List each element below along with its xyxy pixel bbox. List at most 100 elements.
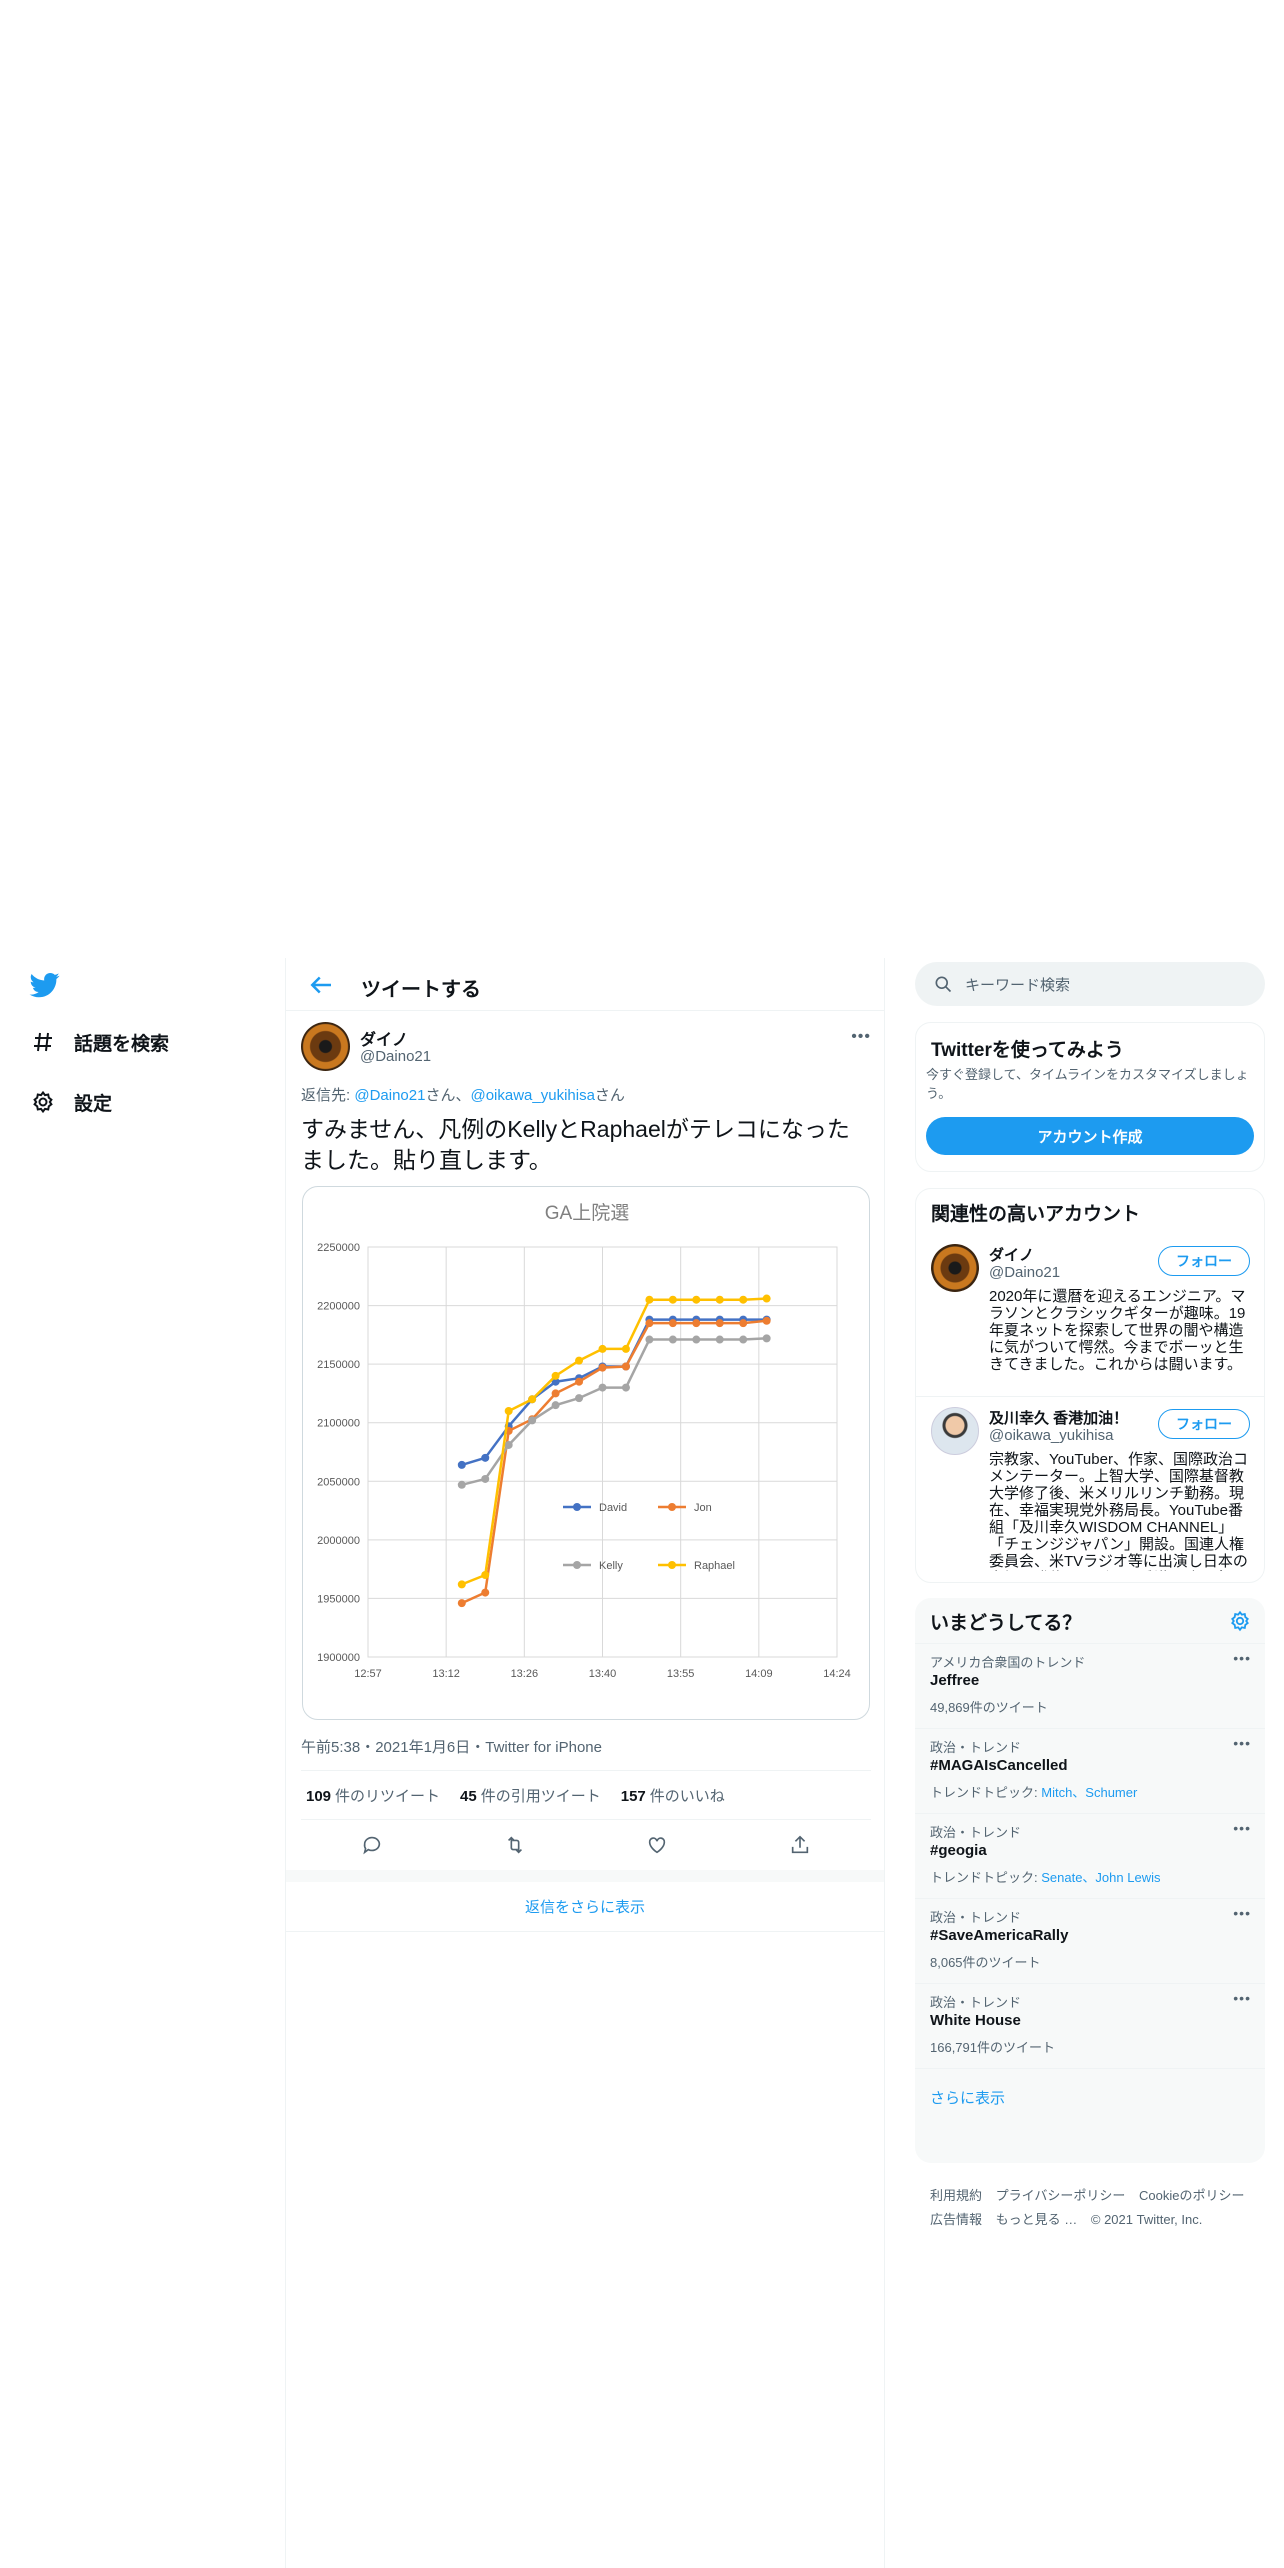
account-card[interactable]: 及川幸久 香港加油！ @oikawa_yukihisa フォロー 宗教家、You… — [916, 1396, 1264, 1581]
follow-button[interactable]: フォロー — [1158, 1246, 1250, 1276]
twitter-logo-icon[interactable] — [28, 970, 62, 1000]
data-point-kelly — [528, 1416, 537, 1425]
account-name[interactable]: 及川幸久 香港加油！ — [989, 1407, 1128, 1428]
nav-item-settings[interactable]: 設定 — [28, 1082, 112, 1122]
trend-item[interactable]: 政治・トレンド White House 166,791件のツイート ••• — [915, 1983, 1265, 2068]
more-options-icon[interactable]: ••• — [1233, 1820, 1251, 1836]
account-bio: 2020年に還暦を迎えるエンジニア。マラソンとクラシックギターが趣味。19年夏ネ… — [989, 1288, 1246, 1373]
y-tick-label: 1950000 — [317, 1593, 360, 1605]
data-point-raphael — [692, 1295, 701, 1304]
retweet-icon[interactable] — [495, 1825, 535, 1865]
data-point-kelly — [551, 1401, 560, 1410]
trend-item[interactable]: 政治・トレンド #MAGAIsCancelled トレンドトピック: Mitch… — [915, 1728, 1265, 1813]
section-divider — [286, 1870, 884, 1882]
trend-topic-links[interactable]: Mitch、Schumer — [1041, 1785, 1137, 1800]
trend-name: #SaveAmericaRally — [930, 1927, 1069, 1944]
more-options-icon[interactable]: ••• — [851, 1028, 871, 1046]
data-point-jon — [715, 1319, 724, 1328]
likes-stat[interactable]: 157 件のいいね — [621, 1785, 725, 1806]
trends-more-row: さらに表示 — [915, 2068, 1265, 2128]
footer-link[interactable]: 利用規約 — [930, 2188, 982, 2203]
more-options-icon[interactable]: ••• — [1233, 1650, 1251, 1666]
avatar[interactable] — [931, 1407, 979, 1455]
data-point-kelly — [739, 1335, 748, 1344]
footer-link[interactable]: 広告情報 — [930, 2212, 982, 2227]
legend-label-kelly: Kelly — [599, 1560, 623, 1572]
data-point-raphael — [528, 1395, 537, 1404]
data-point-jon — [668, 1319, 677, 1328]
main-column: ツイートする ダイノ @Daino21 ••• 返信先: @Daino21さん、… — [285, 958, 885, 2568]
trend-category: 政治・トレンド — [930, 1910, 1022, 1925]
data-point-kelly — [645, 1335, 654, 1344]
create-account-button[interactable]: アカウント作成 — [926, 1117, 1254, 1155]
trend-category: 政治・トレンド — [930, 1995, 1022, 2010]
data-point-kelly — [575, 1394, 584, 1403]
data-point-raphael — [739, 1295, 748, 1304]
related-accounts-title: 関連性の高いアカウント — [931, 1204, 1141, 1225]
data-point-raphael — [575, 1356, 584, 1365]
follow-button[interactable]: フォロー — [1158, 1409, 1250, 1439]
data-point-kelly — [457, 1480, 466, 1489]
account-card[interactable]: ダイノ @Daino21 フォロー 2020年に還暦を迎えるエンジニア。マラソン… — [916, 1234, 1264, 1394]
footer-link[interactable]: もっと見る … — [996, 2212, 1078, 2227]
show-more-replies-link[interactable]: 返信をさらに表示 — [286, 1882, 884, 1932]
replying-to: 返信先: @Daino21さん、@oikawa_yukihisaさん — [301, 1084, 625, 1105]
trend-name: Jeffree — [930, 1672, 980, 1689]
avatar[interactable] — [301, 1022, 350, 1071]
data-point-jon — [739, 1319, 748, 1328]
data-point-raphael — [715, 1295, 724, 1304]
replying-suffix: さん — [594, 1087, 625, 1104]
gear-icon[interactable] — [1229, 1610, 1251, 1632]
avatar[interactable] — [931, 1244, 979, 1292]
y-tick-label: 2250000 — [317, 1242, 360, 1254]
reply-icon[interactable] — [352, 1825, 392, 1865]
data-point-jon — [598, 1363, 607, 1372]
trend-topics: トレンドトピック: Senate、John Lewis — [930, 1867, 1160, 1886]
nav-item-settings-label: 設定 — [74, 1093, 113, 1115]
gear-icon — [28, 1087, 58, 1117]
account-handle[interactable]: @Daino21 — [989, 1264, 1060, 1281]
tweet-actions — [301, 1820, 871, 1870]
quotes-label: 件の引用ツイート — [480, 1787, 601, 1805]
footer-link[interactable]: Cookieのポリシー — [1139, 2188, 1244, 2203]
back-arrow-icon[interactable] — [306, 970, 336, 1000]
footer-link[interactable]: プライバシーポリシー — [996, 2188, 1126, 2203]
chart-title: GA上院選 — [545, 1202, 629, 1224]
tweet-image-chart[interactable]: GA上院選 1900000 1950000 2000000 2050000 2100000… — [302, 1186, 870, 1720]
trend-item[interactable]: 政治・トレンド #SaveAmericaRally 8,065件のツイート ••… — [915, 1898, 1265, 1983]
data-point-jon — [762, 1316, 771, 1325]
retweets-label: 件のリツイート — [335, 1787, 441, 1805]
show-more-trends-link[interactable]: さらに表示 — [930, 2087, 1005, 2108]
more-options-icon[interactable]: ••• — [1233, 1735, 1251, 1751]
trend-category: 政治・トレンド — [930, 1740, 1022, 1755]
trend-item[interactable]: 政治・トレンド #geogia トレンドトピック: Senate、John Le… — [915, 1813, 1265, 1898]
quotes-count: 45 — [460, 1787, 477, 1805]
retweets-stat[interactable]: 109 件のリツイート — [306, 1785, 440, 1806]
share-icon[interactable] — [780, 1825, 820, 1865]
legend-marker-jon — [668, 1503, 676, 1511]
data-point-jon — [692, 1319, 701, 1328]
trend-name: #MAGAIsCancelled — [930, 1757, 1068, 1774]
trend-item[interactable]: アメリカ合衆国のトレンド Jeffree 49,869件のツイート ••• — [915, 1643, 1265, 1728]
signup-title: Twitterを使ってみよう — [931, 1040, 1124, 1061]
reply-mention-link[interactable]: @Daino21 — [354, 1087, 425, 1104]
quotes-stat[interactable]: 45 件の引用ツイート — [460, 1785, 601, 1806]
account-handle[interactable]: @oikawa_yukihisa — [989, 1427, 1113, 1444]
search-input[interactable]: キーワード検索 — [965, 974, 1070, 995]
legend-marker-david — [573, 1503, 581, 1511]
data-point-kelly — [621, 1383, 630, 1392]
search-icon — [933, 974, 953, 994]
account-name[interactable]: ダイノ — [989, 1244, 1034, 1265]
nav-item-explore[interactable]: 話題を検索 — [28, 1022, 169, 1062]
like-icon[interactable] — [637, 1825, 677, 1865]
author-name[interactable]: ダイノ — [360, 1026, 408, 1050]
more-options-icon[interactable]: ••• — [1233, 1905, 1251, 1921]
author-handle[interactable]: @Daino21 — [360, 1048, 431, 1065]
reply-mention-link[interactable]: @oikawa_yukihisa — [470, 1087, 594, 1104]
trend-topic-links[interactable]: Senate、John Lewis — [1041, 1870, 1160, 1885]
data-point-raphael — [645, 1295, 654, 1304]
more-options-icon[interactable]: ••• — [1233, 1990, 1251, 2006]
data-point-raphael — [481, 1571, 490, 1579]
legend-label-raphael: Raphael — [694, 1560, 735, 1572]
search-bar[interactable]: キーワード検索 — [915, 962, 1265, 1006]
